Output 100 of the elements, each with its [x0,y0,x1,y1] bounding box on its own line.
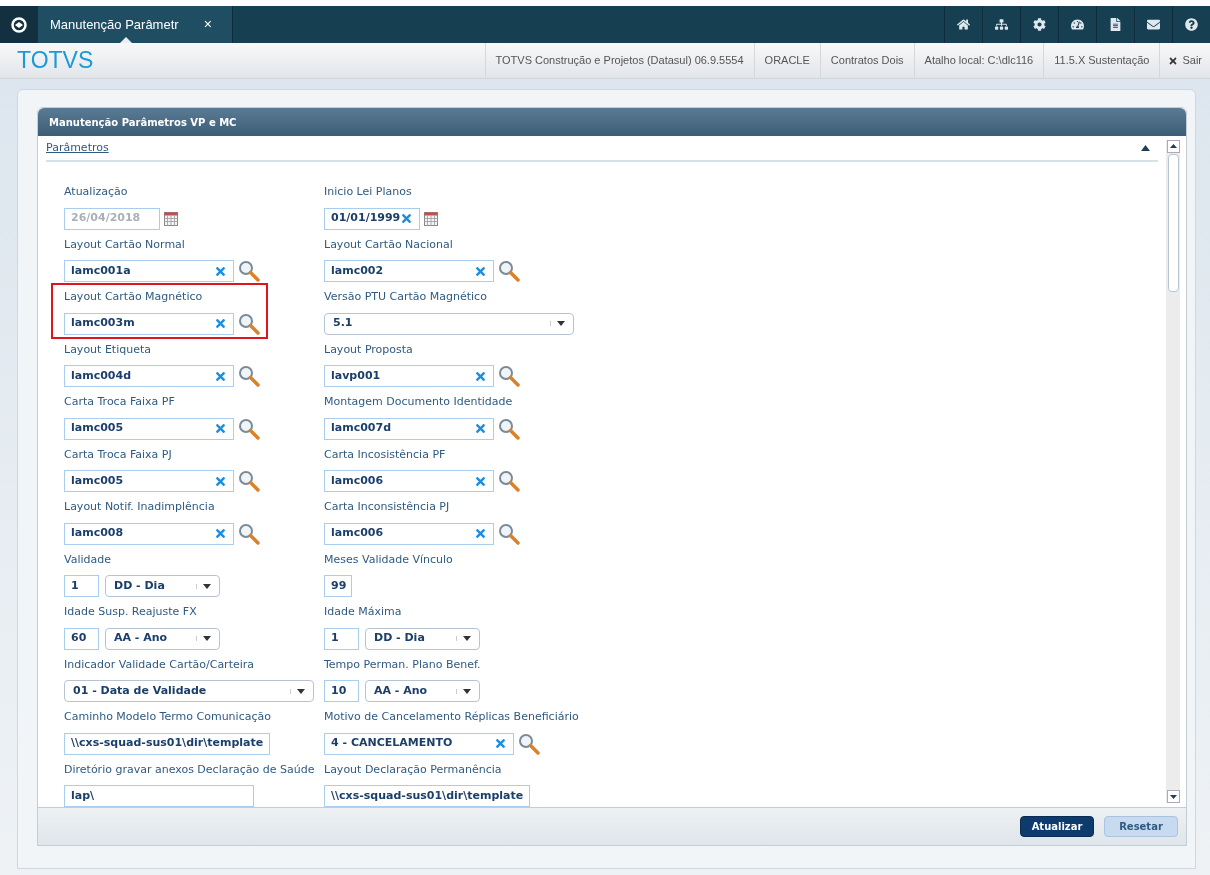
lookup-field[interactable]: lavp001 [324,365,494,387]
search-icon[interactable] [238,470,260,492]
clear-icon[interactable] [214,264,227,278]
field-label: Layout Etiqueta [64,341,152,358]
field-label: Diretório gravar anexos Declaração de Saúde [64,761,314,778]
field-label: Layout Cartão Magnético [64,289,204,305]
tab[interactable]: Manutenção Parâmetr × [38,5,233,44]
date-field[interactable]: 01/01/1999 [324,207,420,230]
dropdown[interactable]: 01 - Data de Validade [64,680,314,702]
search-icon[interactable] [238,417,260,440]
clear-icon[interactable] [474,422,487,435]
lookup-field[interactable]: lamc007d [324,417,494,440]
logout-button[interactable]: Sair [1159,43,1210,78]
sitemap-icon[interactable] [995,18,1008,32]
scroll-up-icon[interactable] [1166,140,1180,153]
dropdown[interactable]: DD - Dia [365,627,480,650]
settings-icon[interactable] [1033,18,1046,32]
clear-icon[interactable] [494,737,507,750]
field-label: Tempo Perman. Plano Benef. [324,656,482,673]
lookup-field[interactable]: lamc006 [324,522,494,545]
text-field[interactable]: \\cxs-squad-sus01\dir\template [324,785,531,807]
gauge-icon[interactable] [1071,18,1084,32]
dropdown[interactable]: DD - Dia [105,575,220,597]
number-field[interactable]: 1 [64,575,99,597]
clear-icon[interactable] [214,317,227,330]
field-label: Idade Susp. Reajuste FX [64,604,198,620]
field-label: Idade Máxima [324,604,403,620]
field-label: Layout Declaração Permanência [324,761,503,778]
text-field[interactable]: lap\ [64,785,254,807]
field-label: Versão PTU Cartão Magnético [324,289,488,305]
caret-icon [463,636,471,641]
lookup-field[interactable]: lamc003m [64,312,234,335]
lookup-field[interactable]: lamc006 [324,470,494,492]
search-icon[interactable] [518,732,540,755]
clear-icon[interactable] [214,369,227,383]
lookup-field[interactable]: lamc008 [64,522,234,545]
primary-button[interactable]: Atualizar [1020,816,1094,837]
search-icon[interactable] [498,522,520,545]
mail-icon[interactable] [1147,18,1160,32]
dropdown[interactable]: AA - Ano [105,627,220,650]
clear-icon[interactable] [400,212,414,225]
logo-icon[interactable] [11,16,27,33]
number-field[interactable]: 1 [324,627,359,650]
caret-icon [203,636,211,641]
caret-icon [297,688,305,694]
search-icon[interactable] [238,312,260,335]
search-icon[interactable] [498,470,520,492]
calendar-icon[interactable] [424,211,438,226]
document-icon[interactable] [1109,18,1122,32]
field-label: Carta Troca Faixa PJ [64,446,173,463]
field-label: Caminho Modelo Termo Comunicação [64,709,272,725]
dropdown[interactable]: 5.1 [324,312,574,335]
search-icon[interactable] [498,417,520,440]
clear-icon[interactable] [214,422,227,435]
brand-logo: TOTVS [17,49,94,73]
tab-close[interactable]: × [203,14,212,36]
clear-icon[interactable] [474,474,487,488]
collapse-icon[interactable] [1141,145,1150,151]
dropdown[interactable]: AA - Ano [365,680,480,702]
field-label: Indicador Validade Cartão/Carteira [64,656,256,673]
header-info: ORACLE [753,43,820,78]
scrollbar[interactable] [1166,140,1180,803]
close-icon [1168,55,1179,66]
clear-icon[interactable] [214,527,227,540]
scroll-down-icon[interactable] [1166,790,1180,803]
lookup-field[interactable]: 4 - CANCELAMENTO [324,732,514,755]
clear-icon[interactable] [474,264,487,278]
field-label: Layout Notif. Inadimplência [64,499,216,515]
lookup-field[interactable]: lamc005 [64,417,234,440]
lookup-field[interactable]: lamc002 [324,260,494,282]
home-icon[interactable] [957,18,970,32]
header-info: TOTVS Construção e Projetos (Datasul) 06.9.5554 [484,43,754,78]
number-field[interactable]: 99 [324,575,352,597]
scroll-thumb[interactable] [1167,154,1179,292]
clear-icon[interactable] [474,369,487,383]
field-label: Carta Incosistência PF [324,446,447,463]
search-icon[interactable] [498,260,520,282]
search-icon[interactable] [238,260,260,282]
help-icon[interactable] [1185,18,1198,32]
clear-icon[interactable] [474,527,487,540]
number-field[interactable]: 10 [324,680,359,702]
field-label: Montagem Documento Identidade [324,394,514,410]
text-field[interactable]: \\cxs-squad-sus01\dir\template [64,732,271,755]
field-label: Carta Inconsistência PJ [324,499,451,515]
field-label: Layout Cartão Normal [64,236,186,253]
lookup-field[interactable]: lamc004d [64,365,234,387]
clear-icon[interactable] [214,474,227,488]
header-info: 11.5.X Sustentação [1043,43,1160,78]
header-info: Atalho local: C:\dlc116 [913,43,1044,78]
field-label: Inicio Lei Planos [324,184,413,200]
section-link[interactable]: Parâmetros [46,139,109,157]
search-icon[interactable] [238,522,260,545]
search-icon[interactable] [498,365,520,387]
search-icon[interactable] [238,365,260,387]
secondary-button[interactable]: Resetar [1104,816,1178,837]
lookup-field[interactable]: lamc001a [64,260,234,282]
lookup-field[interactable]: lamc005 [64,470,234,492]
field-label: Meses Validade Vínculo [324,551,454,568]
field-label: Layout Cartão Nacional [324,236,454,253]
number-field[interactable]: 60 [64,627,99,650]
